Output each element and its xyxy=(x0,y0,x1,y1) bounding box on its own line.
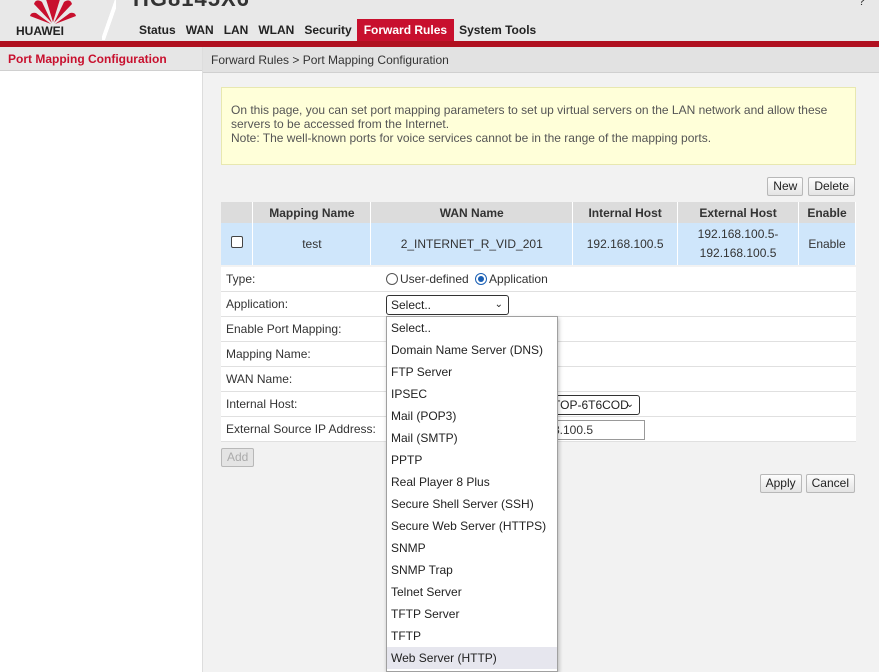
col-enable: Enable xyxy=(798,202,856,223)
option-ipsec[interactable]: IPSEC xyxy=(387,383,557,405)
top-header: HUAWEI HG8145X6 ? Status WAN LAN WLAN Se… xyxy=(0,0,879,47)
delete-button[interactable]: Delete xyxy=(808,177,855,196)
option-https[interactable]: Secure Web Server (HTTPS) xyxy=(387,515,557,537)
option-snmp[interactable]: SNMP xyxy=(387,537,557,559)
option-tftp-server[interactable]: TFTP Server xyxy=(387,603,557,625)
chevron-down-icon: ⌄ xyxy=(625,398,634,410)
application-select[interactable]: Select.. ⌄ xyxy=(386,294,509,315)
nav-lan[interactable]: LAN xyxy=(219,19,254,41)
cancel-button[interactable]: Cancel xyxy=(805,474,855,493)
col-wan-name: WAN Name xyxy=(370,202,574,223)
external-host-end: 192.168.100.5 xyxy=(699,246,777,260)
option-http[interactable]: Web Server (HTTP) xyxy=(387,647,557,669)
row-checkbox[interactable] xyxy=(230,235,243,248)
application-label: Application: xyxy=(226,297,289,311)
option-ssh[interactable]: Secure Shell Server (SSH) xyxy=(387,493,557,515)
row-external-host: 192.168.100.5- 192.168.100.5 xyxy=(677,223,799,265)
sidebar-item-port-mapping[interactable]: Port Mapping Configuration xyxy=(0,47,202,71)
external-ip-input[interactable]: 8.100.5 xyxy=(548,419,645,440)
application-radio-label[interactable]: Application xyxy=(489,272,548,286)
type-radio-group: User-defined Application xyxy=(386,267,548,292)
wan-name-label: WAN Name: xyxy=(226,372,293,386)
internal-host-label: Internal Host: xyxy=(226,397,298,411)
radio-user-defined[interactable] xyxy=(386,273,398,285)
option-dns[interactable]: Domain Name Server (DNS) xyxy=(387,339,557,361)
radio-application[interactable] xyxy=(475,273,488,285)
nav-status[interactable]: Status xyxy=(134,19,181,41)
help-icon[interactable]: ? xyxy=(858,0,865,8)
add-button[interactable]: Add xyxy=(221,448,255,467)
sidebar: Port Mapping Configuration xyxy=(0,47,203,672)
table-row[interactable]: test 2_INTERNET_R_VID_201 192.168.100.5 … xyxy=(221,223,856,265)
option-mail-smtp[interactable]: Mail (SMTP) xyxy=(387,427,557,449)
chevron-down-icon: ⌄ xyxy=(494,298,503,310)
enable-port-mapping-label: Enable Port Mapping: xyxy=(226,322,342,336)
row-wan-name: 2_INTERNET_R_VID_201 xyxy=(370,223,574,265)
port-mapping-table: Mapping Name WAN Name Internal Host Exte… xyxy=(221,202,856,265)
col-select xyxy=(221,202,254,223)
col-internal-host: Internal Host xyxy=(572,202,679,223)
new-button[interactable]: New xyxy=(767,177,804,196)
option-select[interactable]: Select.. xyxy=(387,317,557,339)
option-pptp[interactable]: PPTP xyxy=(387,449,557,471)
breadcrumb: Forward Rules > Port Mapping Configurati… xyxy=(203,47,879,73)
application-dropdown-list: Select.. Domain Name Server (DNS) FTP Se… xyxy=(386,316,558,672)
user-defined-label[interactable]: User-defined xyxy=(400,272,469,286)
option-tftp[interactable]: TFTP xyxy=(387,625,557,647)
option-mail-pop3[interactable]: Mail (POP3) xyxy=(387,405,557,427)
row-mapping-name: test xyxy=(252,223,372,265)
nav-wlan[interactable]: WLAN xyxy=(253,19,299,41)
nav-system-tools[interactable]: System Tools xyxy=(454,19,541,41)
product-name: HG8145X6 xyxy=(133,0,250,12)
application-select-value: Select.. xyxy=(391,297,432,312)
table-actions: New Delete xyxy=(767,177,855,196)
note-warning: Note: The well-known ports for voice ser… xyxy=(231,131,712,145)
col-external-host: External Host xyxy=(677,202,799,223)
header-divider xyxy=(102,0,116,40)
col-mapping-name: Mapping Name xyxy=(252,202,372,223)
type-label: Type: xyxy=(226,272,256,286)
main-nav: Status WAN LAN WLAN Security Forward Rul… xyxy=(134,19,541,41)
option-telnet[interactable]: Telnet Server xyxy=(387,581,557,603)
info-note: On this page, you can set port mapping p… xyxy=(221,87,856,165)
row-internal-host: 192.168.100.5 xyxy=(572,223,679,265)
option-real-player[interactable]: Real Player 8 Plus xyxy=(387,471,557,493)
row-enable: Enable xyxy=(798,223,856,265)
apply-button[interactable]: Apply xyxy=(759,474,802,493)
option-snmp-trap[interactable]: SNMP Trap xyxy=(387,559,557,581)
external-ip-label: External Source IP Address: xyxy=(226,422,376,436)
form-row-type: Type: User-defined Application xyxy=(221,267,856,292)
nav-forward-rules[interactable]: Forward Rules xyxy=(356,19,455,41)
table-header-row: Mapping Name WAN Name Internal Host Exte… xyxy=(221,202,856,223)
nav-security[interactable]: Security xyxy=(299,19,356,41)
note-text: On this page, you can set port mapping p… xyxy=(231,103,828,131)
huawei-flower-icon xyxy=(30,0,76,24)
form-row-application: Application: Select.. ⌄ xyxy=(221,292,856,317)
internal-host-value: TOP-6T6COD xyxy=(553,397,629,412)
option-ftp-server[interactable]: FTP Server xyxy=(387,361,557,383)
internal-host-select[interactable]: TOP-6T6COD ⌄ xyxy=(548,394,640,415)
nav-wan[interactable]: WAN xyxy=(181,19,219,41)
brand-name: HUAWEI xyxy=(16,24,64,38)
external-host-start: 192.168.100.5- xyxy=(697,227,779,241)
row-select-cell xyxy=(221,223,254,265)
mapping-name-label: Mapping Name: xyxy=(226,347,311,361)
form-actions: Apply Cancel xyxy=(759,474,855,493)
